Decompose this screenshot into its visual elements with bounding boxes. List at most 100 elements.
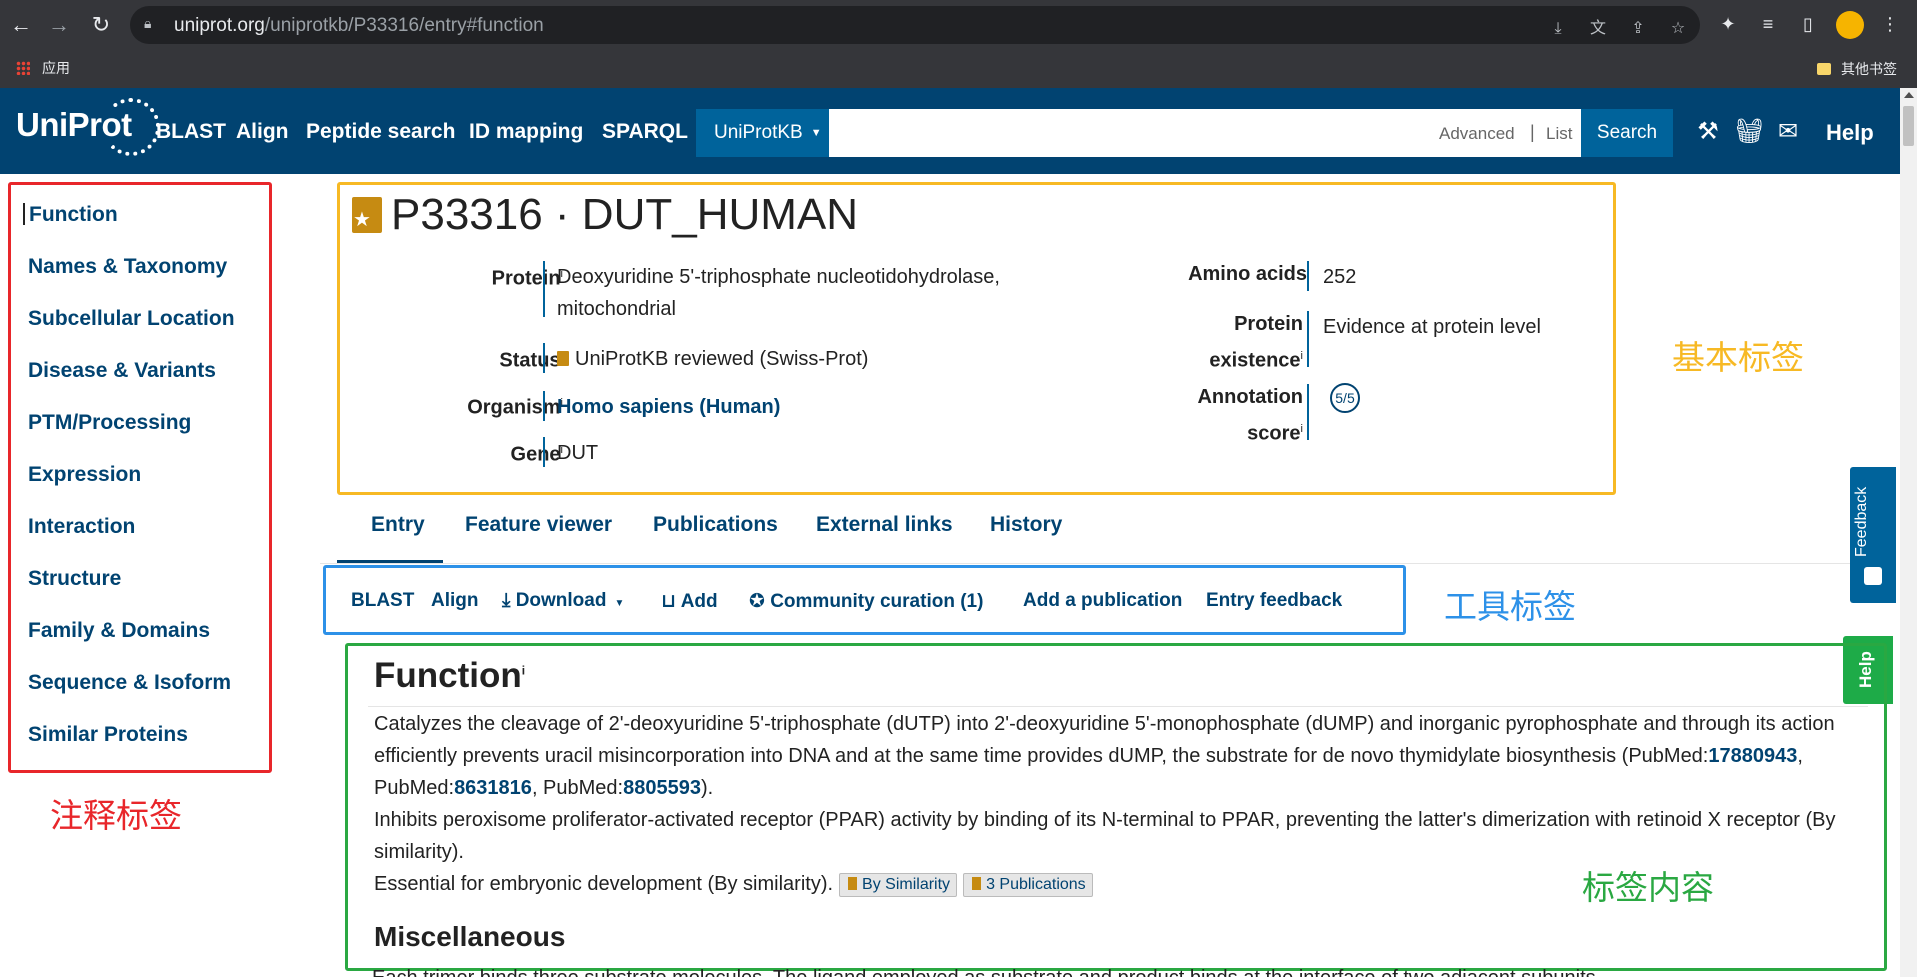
amino-acids-value: 252 bbox=[1323, 266, 1357, 288]
page-scrollbar[interactable] bbox=[1900, 88, 1917, 977]
forward-icon[interactable]: → bbox=[46, 12, 72, 38]
miscellaneous-text: Each trimer binds three substrate molecu… bbox=[372, 968, 1872, 977]
nav-sparql[interactable]: SPARQL bbox=[602, 120, 688, 144]
evidence-tag-publications[interactable]: 3 Publications bbox=[963, 873, 1093, 897]
mail-icon[interactable]: ✉ bbox=[1774, 118, 1802, 146]
nav-align[interactable]: Align bbox=[236, 120, 289, 144]
scroll-up-icon[interactable] bbox=[1904, 92, 1914, 98]
nav-id-mapping[interactable]: ID mapping bbox=[469, 120, 583, 144]
pubmed-link[interactable]: 8805593 bbox=[623, 777, 701, 799]
protein-label: Proteini bbox=[491, 267, 563, 290]
annotation-score-label: Annotation scorei bbox=[1197, 386, 1303, 445]
protein-value: Deoxyuridine 5'-triphosphate nucleotidoh… bbox=[557, 266, 1000, 320]
evidence-tag-by-similarity[interactable]: By Similarity bbox=[839, 873, 958, 897]
section-divider bbox=[368, 706, 1868, 707]
function-paragraph: Catalyzes the cleavage of 2'-deoxyuridin… bbox=[374, 713, 1835, 799]
sidebar-item-disease-variants[interactable]: Disease & Variants bbox=[28, 359, 216, 383]
tab-feature-viewer[interactable]: Feature viewer bbox=[465, 513, 612, 537]
sidebar-item-function[interactable]: Function bbox=[29, 203, 118, 227]
advanced-search-link[interactable]: Advanced bbox=[1439, 124, 1515, 144]
bookmark-star-icon[interactable]: ☆ bbox=[1668, 19, 1688, 39]
pubmed-link[interactable]: 8631816 bbox=[454, 777, 532, 799]
annotation-label-sidebar: 注释标签 bbox=[50, 797, 182, 834]
section-sidebar: Function Names & Taxonomy Subcellular Lo… bbox=[8, 182, 272, 773]
info-icon[interactable]: i bbox=[1301, 350, 1303, 362]
sidebar-item-names-taxonomy[interactable]: Names & Taxonomy bbox=[28, 255, 227, 279]
uniprot-logo[interactable]: UniProt bbox=[16, 98, 160, 156]
tab-external-links[interactable]: External links bbox=[816, 513, 953, 537]
basket-icon: ⊔ bbox=[661, 591, 681, 612]
bookmark-other[interactable]: 其他书签 bbox=[1817, 59, 1897, 79]
tool-download-button[interactable]: ⤓ Download ▼ bbox=[502, 590, 624, 612]
annotation-label-tools: 工具标签 bbox=[1444, 588, 1576, 625]
nav-blast[interactable]: BLAST bbox=[156, 120, 226, 144]
bookmarks-bar: 应用 其他书签 bbox=[0, 50, 1917, 88]
bookmark-icon bbox=[848, 877, 858, 890]
text-cursor bbox=[23, 203, 25, 225]
profile-avatar[interactable] bbox=[1836, 11, 1864, 39]
info-icon[interactable]: i bbox=[1301, 423, 1303, 435]
field-divider bbox=[543, 261, 545, 317]
bookmark-apps[interactable]: 应用 bbox=[16, 58, 70, 78]
tool-align-button[interactable]: Align bbox=[431, 590, 479, 612]
annotation-score-badge[interactable]: 5/5 bbox=[1330, 383, 1360, 413]
database-select[interactable]: UniProtKB ▼ bbox=[696, 109, 829, 157]
apps-grid-icon bbox=[16, 61, 30, 75]
feedback-label: Feedback bbox=[1853, 486, 1870, 557]
sidebar-item-family-domains[interactable]: Family & Domains bbox=[28, 619, 210, 643]
tool-blast-button[interactable]: BLAST bbox=[351, 590, 414, 612]
side-panel-icon[interactable]: ▯ bbox=[1796, 12, 1820, 36]
nav-peptide-search[interactable]: Peptide search bbox=[306, 120, 455, 144]
reload-icon[interactable]: ↻ bbox=[88, 12, 114, 38]
organism-link[interactable]: Homo sapiens (Human) bbox=[557, 391, 780, 423]
basket-icon[interactable]: 🧺︎ bbox=[1734, 118, 1764, 146]
extensions-icon[interactable]: ✦ bbox=[1716, 12, 1740, 36]
reviewed-entry-icon bbox=[352, 197, 382, 233]
sidebar-item-ptm-processing[interactable]: PTM/Processing bbox=[28, 411, 191, 435]
feedback-tab[interactable]: Feedback bbox=[1850, 467, 1896, 603]
translate-icon[interactable]: 文 bbox=[1588, 19, 1608, 39]
miscellaneous-title: Miscellaneous bbox=[374, 921, 566, 952]
share-icon[interactable]: ⇪ bbox=[1628, 19, 1648, 39]
help-link[interactable]: Help bbox=[1826, 120, 1874, 146]
bookmark-icon bbox=[972, 877, 982, 890]
field-divider bbox=[1307, 261, 1309, 291]
address-bar[interactable]: 🔒︎ uniprot.org/uniprotkb/P33316/entry#fu… bbox=[130, 6, 1700, 44]
browser-toolbar: ← → ↻ 🔒︎ uniprot.org/uniprotkb/P33316/en… bbox=[0, 0, 1917, 50]
active-tab-indicator bbox=[337, 560, 443, 563]
tab-entry[interactable]: Entry bbox=[371, 513, 425, 537]
annotation-label-content: 标签内容 bbox=[1582, 869, 1714, 906]
tool-community-curation-button[interactable]: ✪ Community curation (1) bbox=[749, 590, 983, 613]
browser-chrome: ← → ↻ 🔒︎ uniprot.org/uniprotkb/P33316/en… bbox=[0, 0, 1917, 88]
search-button[interactable]: Search bbox=[1581, 109, 1673, 157]
info-icon[interactable]: i bbox=[522, 663, 525, 677]
sidebar-item-expression[interactable]: Expression bbox=[28, 463, 141, 487]
tool-add-publication-button[interactable]: Add a publication bbox=[1023, 590, 1182, 612]
status-label: Statusi bbox=[380, 340, 563, 377]
tool-add-button[interactable]: ⊔ Add bbox=[661, 590, 718, 613]
url-text[interactable]: uniprot.org/uniprotkb/P33316/entry#funct… bbox=[174, 15, 544, 37]
scrollbar-thumb[interactable] bbox=[1903, 106, 1914, 146]
list-search-link[interactable]: List bbox=[1546, 124, 1572, 144]
sidebar-item-subcellular-location[interactable]: Subcellular Location bbox=[28, 307, 235, 331]
sidebar-item-structure[interactable]: Structure bbox=[28, 567, 121, 591]
menu-icon[interactable]: ⋮ bbox=[1878, 12, 1902, 36]
back-icon[interactable]: ← bbox=[8, 12, 34, 38]
entry-title: P33316 · DUT_HUMAN bbox=[391, 190, 859, 239]
sidebar-item-sequence-isoform[interactable]: Sequence & Isoform bbox=[28, 671, 231, 695]
toolkit-icon[interactable]: ⚒ bbox=[1694, 118, 1722, 146]
tab-history[interactable]: History bbox=[990, 513, 1062, 537]
tab-divider bbox=[320, 563, 1880, 564]
sidebar-item-interaction[interactable]: Interaction bbox=[28, 515, 135, 539]
caret-down-icon: ▼ bbox=[614, 598, 625, 609]
tool-entry-feedback-button[interactable]: Entry feedback bbox=[1206, 590, 1342, 612]
gene-label: Genei bbox=[510, 443, 563, 466]
folder-icon bbox=[1817, 63, 1831, 75]
tab-publications[interactable]: Publications bbox=[653, 513, 778, 537]
sidebar-item-similar-proteins[interactable]: Similar Proteins bbox=[28, 723, 188, 747]
reading-list-icon[interactable]: ≡ bbox=[1756, 12, 1780, 36]
install-icon[interactable]: ⤓ bbox=[1548, 19, 1568, 39]
users-icon: ✪ bbox=[749, 591, 771, 612]
search-link-separator: | bbox=[1530, 122, 1535, 142]
pubmed-link[interactable]: 17880943 bbox=[1708, 745, 1797, 767]
